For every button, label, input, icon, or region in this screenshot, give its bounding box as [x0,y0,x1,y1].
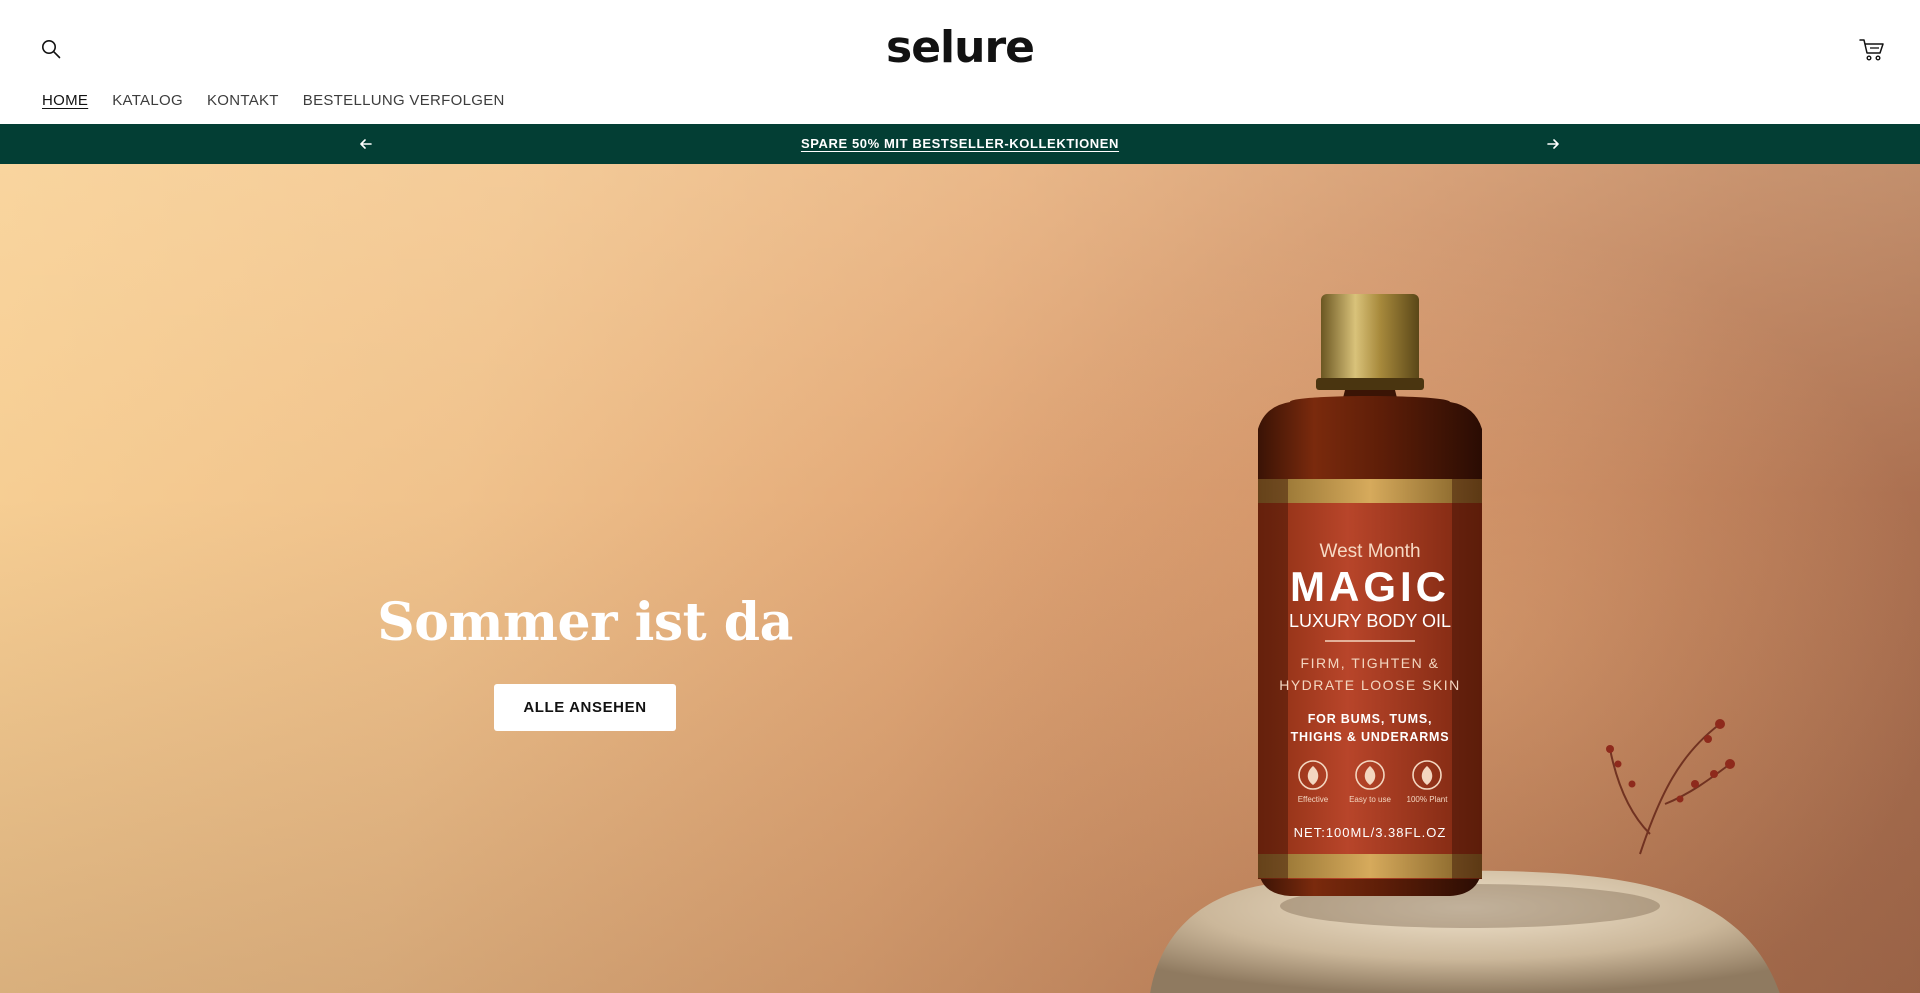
product-badge-easy: Easy to use [1349,795,1391,804]
view-all-button[interactable]: ALLE ANSEHEN [494,684,676,731]
nav-item-katalog[interactable]: KATALOG [112,92,183,109]
product-net-text: NET:100ML/3.38FL.OZ [1294,825,1447,840]
search-button[interactable] [38,36,64,62]
product-name-text: MAGIC [1290,563,1450,610]
hero-product-image: West Month MAGIC LUXURY BODY OIL FIRM, T… [1150,294,1780,993]
product-badge-plant: 100% Plant [1407,795,1449,804]
hero-banner: West Month MAGIC LUXURY BODY OIL FIRM, T… [0,164,1920,993]
product-badge-effective: Effective [1298,795,1329,804]
main-navigation: HOME KATALOG KONTAKT BESTELLUNG VERFOLGE… [42,92,505,109]
cart-icon [1859,39,1884,61]
product-claim-line2: HYDRATE LOOSE SKIN [1279,677,1461,693]
hero-title: Sommer ist da [377,592,793,653]
product-use-line1: FOR BUMS, TUMS, [1308,712,1433,726]
arrow-left-icon [360,139,372,149]
site-logo[interactable]: selure [0,22,1920,73]
nav-item-bestellung-verfolgen[interactable]: BESTELLUNG VERFOLGEN [303,92,505,109]
announcement-bar: SPARE 50% MIT BESTSELLER-KOLLEKTIONEN [0,124,1920,164]
nav-item-kontakt[interactable]: KONTAKT [207,92,279,109]
announcement-message: SPARE 50% MIT BESTSELLER-KOLLEKTIONEN [0,124,1920,164]
arrow-right-icon [1547,139,1559,149]
search-icon [42,40,61,59]
cart-button[interactable] [1857,36,1887,64]
announcement-next-button[interactable] [1543,134,1563,154]
product-use-line2: THIGHS & UNDERARMS [1291,730,1450,744]
nav-item-home[interactable]: HOME [42,92,88,109]
product-claim-line1: FIRM, TIGHTEN & [1301,655,1440,671]
product-brand-text: West Month [1319,541,1420,562]
announcement-prev-button[interactable] [356,134,376,154]
site-header: selure HOME KATALOG KONTAKT BESTELLUNG V… [0,0,1920,124]
announcement-link[interactable]: SPARE 50% MIT BESTSELLER-KOLLEKTIONEN [801,136,1119,151]
product-subtitle-text: LUXURY BODY OIL [1289,611,1451,631]
